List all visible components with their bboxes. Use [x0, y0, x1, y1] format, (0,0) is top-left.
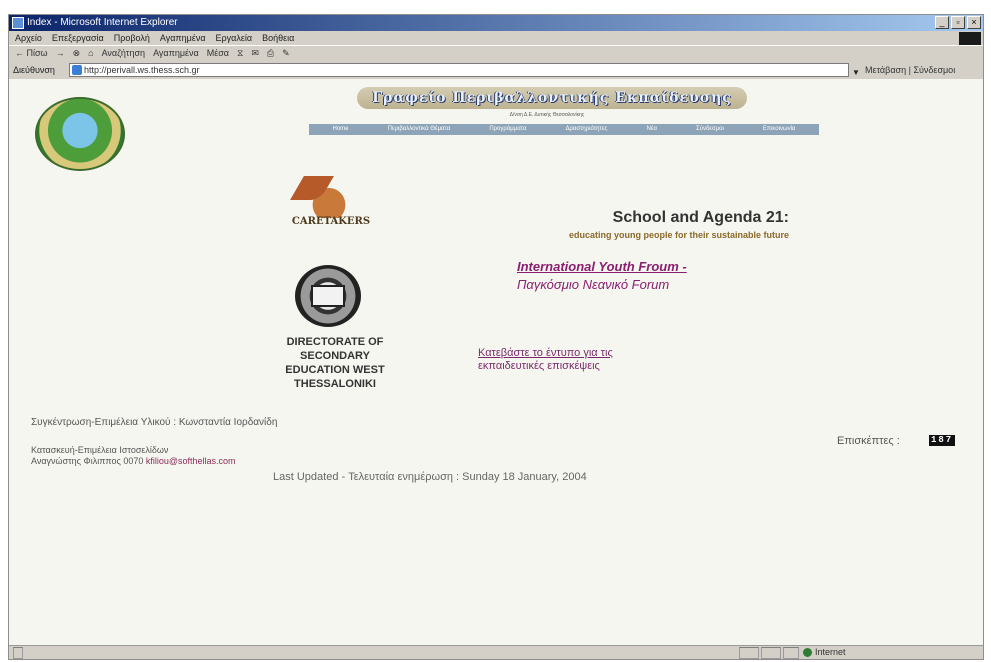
caretakers-logo[interactable]: CARETAKERS: [279, 174, 383, 242]
status-bar: Internet: [9, 645, 983, 659]
menu-view[interactable]: Προβολή: [114, 31, 150, 45]
nav-bar: Home Περιβαλλοντικά Θέματα Προγράμματα Δ…: [309, 124, 819, 135]
minimize-button[interactable]: _: [935, 16, 949, 29]
globe-icon: [803, 648, 812, 657]
status-segment: [761, 647, 781, 659]
forward-button[interactable]: →: [56, 46, 65, 61]
author-contact: Αναγνώστης Φιλιππος 0070 kfiliou@softhel…: [31, 456, 236, 466]
youth-forum-link[interactable]: International Youth Froum -: [517, 259, 687, 274]
address-bar: Διεύθυνση http://perivall.ws.thess.sch.g…: [9, 61, 983, 79]
address-input[interactable]: http://perivall.ws.thess.sch.gr: [69, 63, 849, 77]
visit-counter: 187: [929, 435, 956, 446]
agenda-subtitle: educating young people for their sustain…: [568, 230, 789, 240]
nav-links[interactable]: Σύνδεσμοι: [696, 124, 724, 135]
cross-icon: [311, 285, 345, 307]
menu-tools[interactable]: Εργαλεία: [216, 31, 253, 45]
window-title: Index - Microsoft Internet Explorer: [27, 17, 178, 28]
media-button[interactable]: Μέσα: [207, 46, 229, 61]
edit-button[interactable]: ✎: [282, 46, 290, 61]
menu-file[interactable]: Αρχείο: [15, 31, 42, 45]
history-button[interactable]: ⧖: [237, 46, 243, 61]
nav-home[interactable]: Home: [333, 124, 349, 135]
env-education-logo[interactable]: [35, 97, 125, 171]
links-button[interactable]: Σύνδεσμοι: [913, 65, 955, 75]
address-label: Διεύθυνση: [13, 65, 55, 75]
maximize-button[interactable]: ▫: [951, 16, 965, 29]
stop-button[interactable]: ⊗: [73, 46, 81, 61]
coordinator-text: Συγκέντρωση-Επιμέλεια Υλικού : Κωνσταντί…: [31, 417, 278, 428]
status-segment: [783, 647, 799, 659]
author-email-link[interactable]: kfiliou@softhellas.com: [146, 456, 236, 466]
nav-activities[interactable]: Δραστηριότητες: [565, 124, 607, 135]
nav-topics[interactable]: Περιβαλλοντικά Θέματα: [388, 124, 451, 135]
last-updated: Last Updated - Τελευταία ενημέρωση : Sun…: [273, 471, 587, 483]
windows-logo-icon: [959, 32, 981, 45]
visits-label: Επισκέπτες :: [837, 435, 900, 447]
mail-button[interactable]: ✉: [251, 46, 259, 61]
ie-icon: [12, 17, 24, 29]
menu-edit[interactable]: Επεξεργασία: [52, 31, 104, 45]
go-button[interactable]: Μετάβαση | Σύνδεσμοι: [865, 61, 955, 79]
security-zone: Internet: [801, 647, 977, 659]
nav-programs[interactable]: Προγράμματα: [489, 124, 526, 135]
directorate-label: DIRECTORATE OF SECONDARY EDUCATION WEST …: [285, 336, 385, 390]
title-bar: Index - Microsoft Internet Explorer _ ▫ …: [9, 15, 983, 31]
favorites-button[interactable]: Αγαπημένα: [153, 46, 199, 61]
nav-contact[interactable]: Επικοινωνία: [763, 124, 796, 135]
status-page-icon: [13, 647, 23, 659]
print-button[interactable]: ⎙: [267, 46, 274, 61]
caretakers-label: CARETAKERS: [291, 216, 371, 227]
status-segment: [739, 647, 759, 659]
home-button[interactable]: ⌂: [88, 46, 93, 61]
toolbar: ← Πίσω → ⊗ ⌂ Αναζήτηση Αγαπημένα Μέσα ⧖ …: [9, 45, 983, 61]
close-button[interactable]: ×: [967, 16, 981, 29]
nav-news[interactable]: Νέα: [646, 124, 656, 135]
back-button[interactable]: ← Πίσω: [15, 46, 48, 61]
agenda-title: School and Agenda 21:: [612, 209, 789, 226]
menu-bar: Αρχείο Επεξεργασία Προβολή Αγαπημένα Εργ…: [9, 31, 983, 45]
menu-favorites[interactable]: Αγαπημένα: [160, 31, 206, 45]
youth-forum-link-greek[interactable]: Παγκόσμιο Νεανικό Forum: [517, 277, 669, 292]
page-content: Γραφείο Περιβαλλοντικής Εκπαίδευσης Δ/νσ…: [9, 79, 983, 647]
search-button[interactable]: Αναζήτηση: [102, 46, 145, 61]
address-dropdown-icon[interactable]: ▼: [852, 64, 862, 77]
site-banner: Γραφείο Περιβαλλοντικής Εκπαίδευσης: [357, 87, 747, 109]
menu-help[interactable]: Βοήθεια: [262, 31, 294, 45]
browser-window: Index - Microsoft Internet Explorer _ ▫ …: [8, 14, 984, 660]
download-form-link[interactable]: Κατεβάστε το έντυπο για τις εκπαιδευτικέ…: [478, 347, 613, 373]
banner-subtitle: Δ/νση Δ.Ε. Δυτικής Θεσσαλονίκης: [509, 112, 585, 118]
webdesign-credit: Κατασκευή-Επιμέλεια Ιστοσελίδων: [31, 445, 169, 455]
address-url: http://perivall.ws.thess.sch.gr: [84, 65, 200, 75]
page-icon: [72, 65, 82, 75]
